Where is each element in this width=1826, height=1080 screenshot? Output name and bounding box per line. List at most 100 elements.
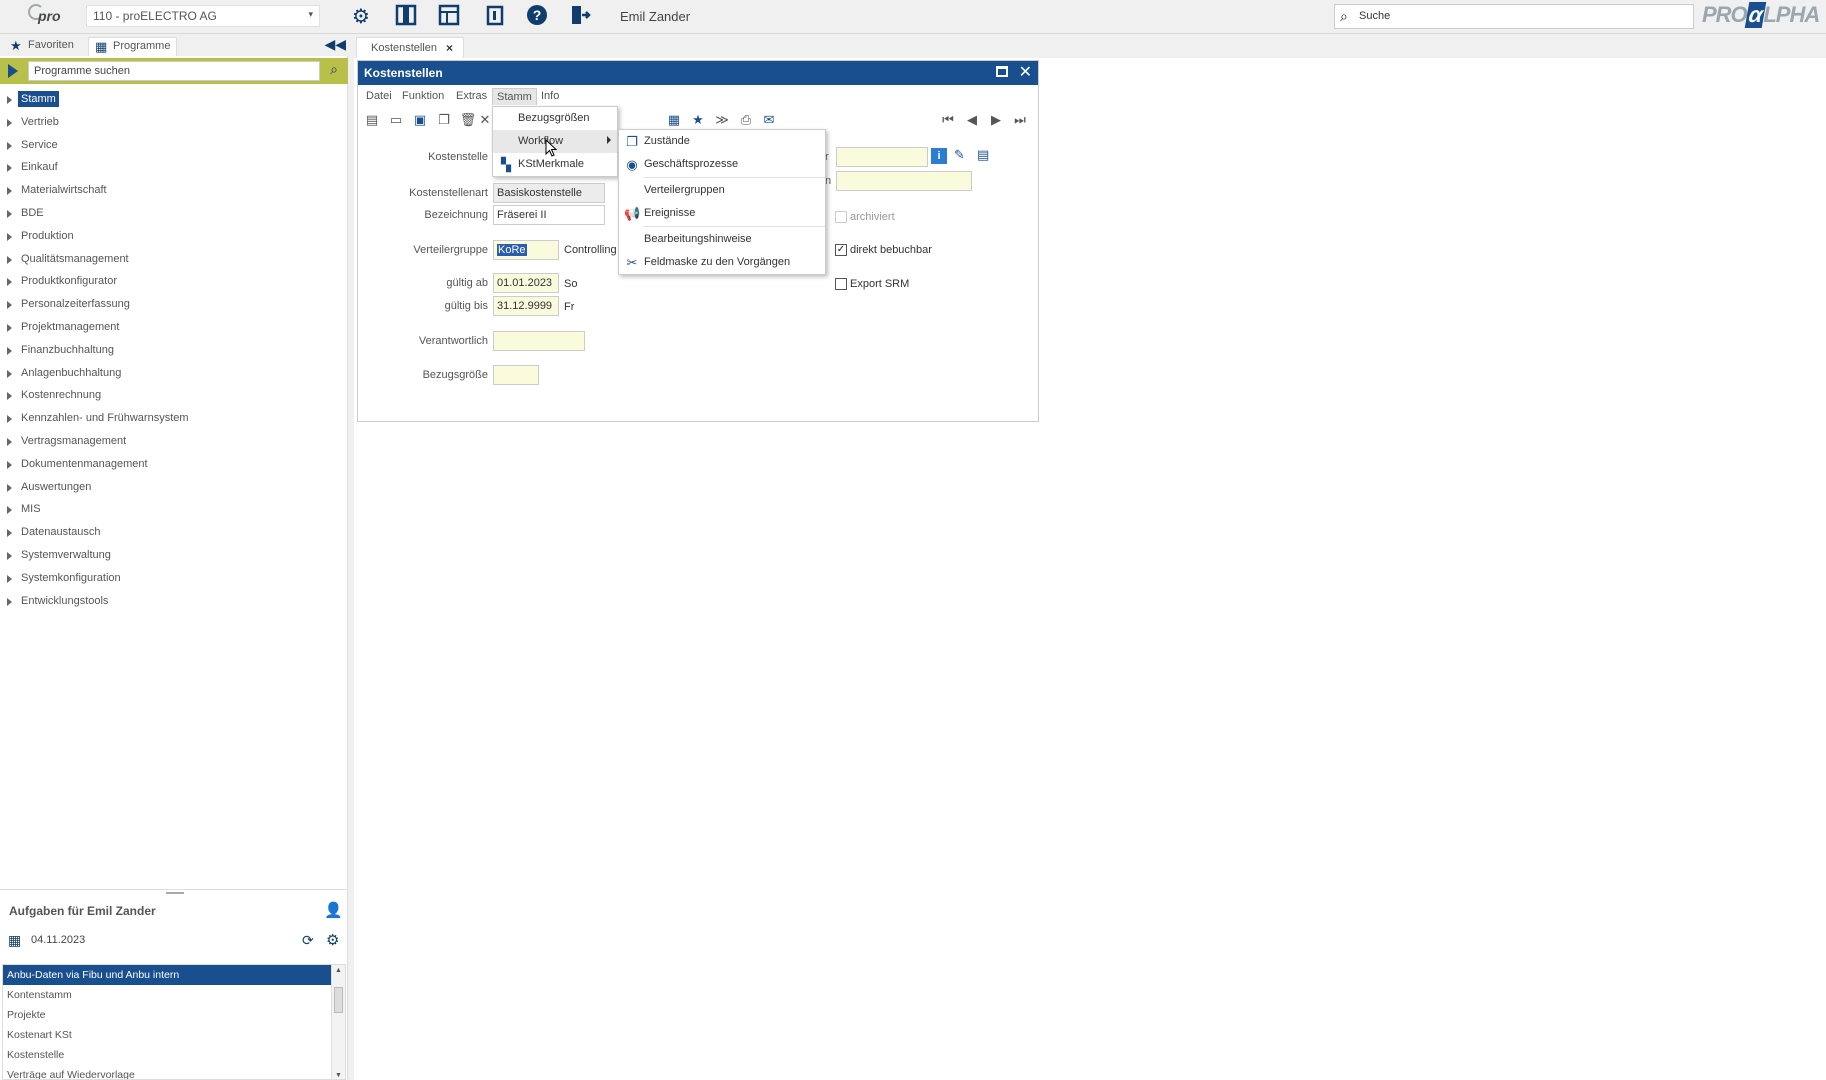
menu-info[interactable]: Info [537, 88, 563, 104]
close-icon[interactable]: × [446, 41, 453, 55]
menu-item-bezugsgroessen[interactable]: Bezugsgrößen [493, 107, 617, 130]
tree-item[interactable]: Einkauf [0, 156, 348, 179]
task-row[interactable]: Kostenstelle [3, 1045, 331, 1065]
export-srm-checkbox[interactable] [835, 278, 847, 290]
verteilergruppe-field[interactable]: KoRe [493, 240, 559, 260]
last-record-icon[interactable]: ⏭ [1011, 111, 1029, 129]
tree-item[interactable]: Entwicklungstools [0, 590, 348, 613]
previous-record-icon[interactable]: ◀ [963, 111, 981, 129]
open-folder-icon[interactable]: ▭ [387, 111, 405, 129]
tree-item[interactable]: MIS [0, 498, 348, 521]
archiviert-checkbox[interactable] [835, 211, 847, 223]
gueltig-ab-field[interactable]: 01.01.2023 [493, 273, 559, 293]
layout-icon[interactable] [436, 4, 462, 30]
expand-arrow-icon[interactable] [7, 529, 12, 538]
expand-arrow-icon[interactable] [7, 118, 12, 127]
menu-item-ereignisse[interactable]: 📢 Ereignisse [619, 202, 825, 225]
expand-arrow-icon[interactable] [7, 483, 12, 492]
menu-item-bearbeitungshinweise[interactable]: Bearbeitungshinweise [619, 228, 825, 251]
expand-arrow-icon[interactable] [7, 209, 12, 218]
expand-arrow-icon[interactable] [7, 574, 12, 583]
gear-icon[interactable]: ⚙ [326, 931, 339, 949]
expand-arrow-icon[interactable] [7, 392, 12, 401]
next-record-icon[interactable]: ▶ [987, 111, 1005, 129]
refresh-icon[interactable]: ⟳ [302, 932, 314, 949]
scroll-down-icon[interactable]: ▼ [335, 1072, 342, 1079]
bezugsgroesse-field[interactable] [493, 365, 539, 385]
task-row[interactable]: Kontenstamm [3, 985, 331, 1005]
menu-item-zustaende[interactable]: ❐ Zustände [619, 130, 825, 153]
task-row[interactable]: Projekte [3, 1005, 331, 1025]
expand-arrow-icon[interactable] [7, 415, 12, 424]
tree-item[interactable]: Kennzahlen- und Frühwarnsystem [0, 407, 348, 430]
tree-item[interactable]: Projektmanagement [0, 316, 348, 339]
print-icon[interactable]: ⎙ [737, 111, 755, 129]
tree-item[interactable]: Personalzeiterfassung [0, 293, 348, 316]
task-row[interactable]: Kostenart KSt [3, 1025, 331, 1045]
global-search-input[interactable]: ⌕ Suche [1334, 4, 1694, 29]
menu-item-geschaeftsprozesse[interactable]: ◉ Geschäftsprozesse [619, 153, 825, 176]
save-icon[interactable]: ▣ [411, 111, 429, 129]
tree-item[interactable]: Service [0, 134, 348, 157]
tree-item[interactable]: Vertragsmanagement [0, 430, 348, 453]
expand-arrow-icon[interactable] [7, 164, 12, 173]
expand-arrow-icon[interactable] [7, 96, 12, 104]
tree-item[interactable]: Produktkonfigurator [0, 270, 348, 293]
expand-arrow-icon[interactable] [7, 301, 12, 310]
verantwortlich-field[interactable] [493, 331, 585, 351]
tree-item[interactable]: Datenaustausch [0, 521, 348, 544]
expand-arrow-icon[interactable] [7, 506, 12, 515]
kostenstellenart-field[interactable]: Basiskostenstelle [493, 183, 605, 203]
scroll-up-icon[interactable]: ▲ [335, 967, 342, 974]
gueltig-bis-field[interactable]: 31.12.9999 [493, 296, 559, 316]
menu-datei[interactable]: Datei [362, 88, 396, 104]
expand-arrow-icon[interactable] [7, 141, 12, 150]
task-row[interactable]: Anbu-Daten via Fibu und Anbu intern [3, 965, 331, 985]
first-record-icon[interactable]: ⏮ [939, 111, 957, 129]
expand-arrow-icon[interactable] [7, 278, 12, 287]
info-icon[interactable]: i [931, 148, 947, 164]
user-icon[interactable]: 👤 [324, 901, 343, 919]
new-document-icon[interactable]: ▤ [363, 111, 381, 129]
tree-item[interactable]: Materialwirtschaft [0, 179, 348, 202]
task-row[interactable]: Verträge auf Wiedervorlage [3, 1065, 331, 1079]
mail-icon[interactable]: ✉ [760, 111, 778, 129]
scroll-thumb[interactable] [334, 987, 343, 1013]
calendar-icon[interactable]: ▦ [8, 932, 21, 949]
close-icon[interactable]: ✕ [1019, 62, 1032, 82]
play-icon[interactable] [8, 64, 18, 78]
gear-icon[interactable]: ⚙ [348, 4, 374, 30]
expand-arrow-icon[interactable] [7, 255, 12, 264]
tree-item[interactable]: Produktion [0, 225, 348, 248]
tree-item[interactable]: Anlagenbuchhaltung [0, 362, 348, 385]
tab-programme[interactable]: ▦ Programme [88, 37, 178, 56]
tree-item[interactable]: Kostenrechnung [0, 384, 348, 407]
tree-item[interactable]: Dokumentenmanagement [0, 453, 348, 476]
tree-item[interactable]: Finanzbuchhaltung [0, 339, 348, 362]
right-field-1[interactable] [836, 147, 928, 167]
right-field-2[interactable] [836, 171, 972, 191]
tree-item[interactable]: Systemverwaltung [0, 544, 348, 567]
panel-splitter[interactable] [0, 889, 348, 895]
expand-arrow-icon[interactable] [7, 323, 12, 332]
tab-kostenstellen[interactable]: Kostenstellen × [356, 37, 465, 58]
tree-item[interactable]: Stamm [0, 88, 348, 111]
exit-icon[interactable] [567, 4, 593, 30]
tree-item[interactable]: BDE [0, 202, 348, 225]
expand-arrow-icon[interactable] [7, 551, 12, 560]
menu-extras[interactable]: Extras [452, 88, 491, 104]
expand-arrow-icon[interactable] [7, 232, 12, 241]
forward-icon[interactable]: ≫ [713, 111, 731, 129]
help-icon[interactable]: ? [524, 4, 550, 30]
search-icon[interactable]: ⌕ [324, 61, 344, 81]
document-icon[interactable]: ▤ [977, 147, 989, 163]
menu-item-verteilergruppen[interactable]: Verteilergruppen [619, 179, 825, 202]
expand-arrow-icon[interactable] [7, 369, 12, 378]
calendar-icon[interactable]: ▦ [665, 111, 683, 129]
info-book-icon[interactable] [482, 4, 508, 30]
program-search-input[interactable]: Programme suchen [28, 61, 320, 81]
menu-funktion[interactable]: Funktion [398, 88, 448, 104]
maximize-icon[interactable] [996, 66, 1008, 77]
tree-item[interactable]: Auswertungen [0, 476, 348, 499]
menu-stamm[interactable]: Stamm [492, 88, 537, 105]
